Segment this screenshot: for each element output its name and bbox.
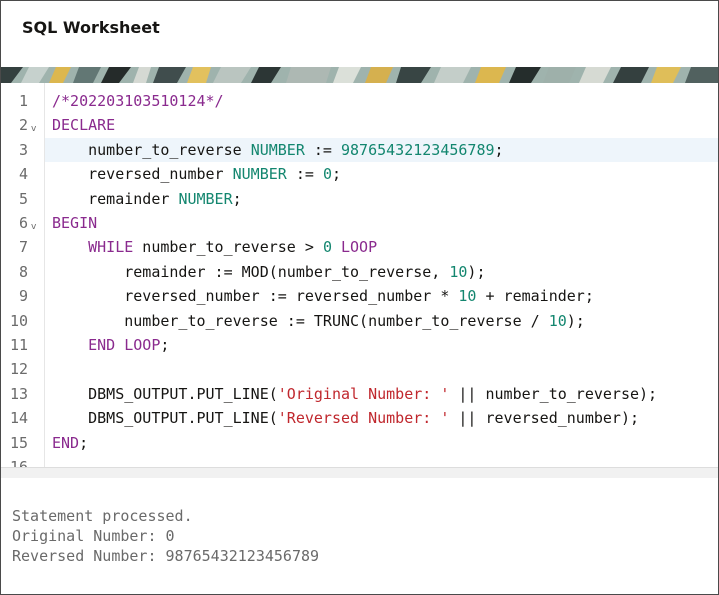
code-token: DBMS_OUTPUT.PUT_LINE( — [52, 384, 278, 403]
code-token: ; — [494, 140, 504, 159]
line-number: 5 — [18, 189, 28, 208]
code-line[interactable]: number_to_reverse := TRUNC(number_to_rev… — [52, 309, 585, 333]
code-token: NUMBER — [250, 140, 305, 159]
code-token: := — [304, 140, 341, 159]
line-number: 11 — [9, 336, 28, 354]
code-token: 10 — [548, 311, 567, 330]
line-number: 1 — [18, 92, 28, 110]
line-number: 2 — [18, 116, 28, 135]
code-token: BEGIN — [52, 214, 98, 232]
code-line[interactable]: WHILE number_to_reverse > 0 LOOP — [52, 235, 377, 259]
code-token: + remainder; — [476, 287, 594, 306]
fold-chevron-icon[interactable]: v — [31, 117, 36, 141]
output-line: Statement processed. — [12, 507, 193, 525]
code-line[interactable]: END LOOP; — [52, 333, 169, 357]
code-editor[interactable]: 1/*202203103510124*/2 v DECLARE 3 number_to… — [1, 83, 718, 467]
code-line[interactable]: BEGIN — [52, 211, 97, 235]
code-token: := — [286, 165, 323, 184]
code-token: remainder — [52, 189, 179, 208]
line-number: 9 — [18, 287, 28, 306]
line-number: 15 — [9, 433, 28, 452]
decorative-banner — [1, 67, 718, 83]
code-token: ); — [467, 262, 486, 281]
page-title: SQL Worksheet — [22, 18, 160, 37]
line-number: 3 — [18, 140, 28, 159]
code-token: remainder := MOD(number_to_reverse, — [52, 262, 450, 281]
code-token: END LOOP — [88, 336, 161, 354]
code-token: DBMS_OUTPUT.PUT_LINE( — [52, 409, 278, 428]
line-number: 12 — [9, 360, 28, 379]
line-number: 10 — [9, 311, 28, 330]
line-number: 8 — [18, 262, 28, 281]
code-token: ; — [232, 189, 242, 208]
code-line[interactable]: DBMS_OUTPUT.PUT_LINE('Reversed Number: '… — [52, 406, 639, 430]
code-token: LOOP — [341, 238, 378, 257]
code-token: ; — [79, 433, 89, 452]
code-line[interactable]: DECLARE — [52, 113, 115, 137]
code-token: /*202203103510124*/ — [52, 92, 224, 110]
code-token: NUMBER — [178, 189, 233, 208]
line-number: 13 — [9, 384, 28, 403]
sql-worksheet-window: SQL Worksheet 1 /*202203103510124*/ 2 v … — [0, 0, 719, 595]
code-token: reversed_number := reversed_number * — [52, 287, 459, 306]
code-line[interactable]: remainder := MOD(number_to_reverse, 10); — [52, 260, 485, 284]
output-line: Reversed Number: 98765432123456789 — [12, 547, 320, 565]
code-line[interactable]: reversed_number NUMBER := 0; — [52, 162, 341, 186]
line-number: 7 — [18, 238, 28, 257]
code-token: number_to_reverse := TRUNC(number_to_rev… — [52, 311, 549, 330]
code-token: 0 — [322, 165, 332, 184]
code-token: 98765432123456789 — [341, 140, 495, 159]
code-line[interactable]: /*202203103510124*/ — [52, 89, 224, 113]
script-output-panel: Statement processed. Original Number: 0 … — [1, 478, 718, 594]
line-number: 14 — [9, 409, 28, 428]
code-token: ; — [160, 336, 170, 354]
code-line[interactable]: remainder NUMBER; — [52, 187, 242, 211]
code-token: ; — [331, 165, 341, 184]
line-number: 6 — [18, 214, 28, 232]
code-token: 'Reversed Number: ' — [277, 409, 450, 428]
code-token: || number_to_reverse); — [449, 384, 658, 403]
code-token: WHILE — [88, 238, 134, 257]
line-number: 16 — [9, 458, 28, 467]
code-token: reversed_number — [52, 165, 233, 184]
code-line[interactable]: number_to_reverse NUMBER := 987654321234… — [52, 138, 504, 162]
code-token: NUMBER — [232, 165, 287, 184]
code-token: number_to_reverse — [52, 140, 251, 159]
code-line[interactable]: DBMS_OUTPUT.PUT_LINE('Original Number: '… — [52, 382, 657, 406]
code-token: number_to_reverse > — [133, 238, 323, 257]
code-line[interactable]: reversed_number := reversed_number * 10 … — [52, 284, 594, 308]
code-token: 0 — [322, 238, 332, 257]
code-token: 10 — [458, 287, 477, 306]
code-token: 'Original Number: ' — [277, 384, 450, 403]
code-token: ); — [566, 311, 585, 330]
output-line: Original Number: 0 — [12, 527, 175, 545]
header: SQL Worksheet — [1, 1, 718, 67]
code-token: DECLARE — [52, 116, 116, 135]
code-token: END — [52, 433, 80, 452]
fold-chevron-icon[interactable]: v — [31, 215, 36, 239]
line-number: 4 — [18, 165, 28, 184]
code-line[interactable]: END; — [52, 431, 88, 455]
code-token: 10 — [449, 262, 468, 281]
code-token: || reversed_number); — [449, 409, 640, 428]
